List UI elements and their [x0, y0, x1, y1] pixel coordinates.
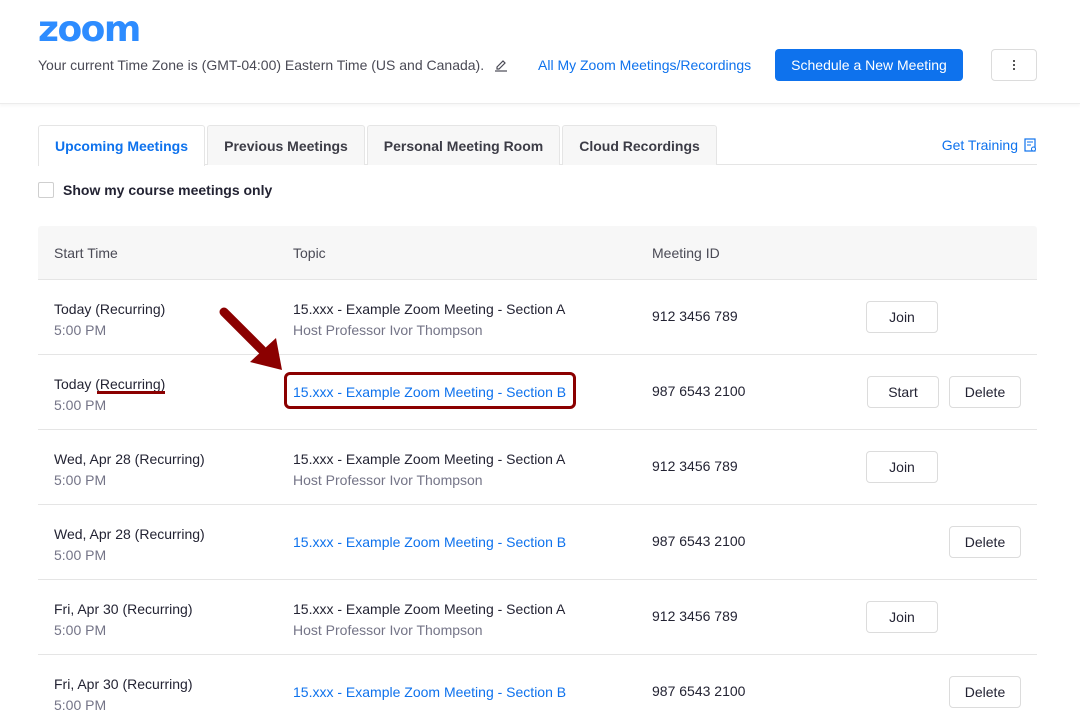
timezone-info: Your current Time Zone is (GMT-04:00) Ea… [38, 56, 508, 76]
certificate-icon [1024, 137, 1036, 152]
column-start-time: Start Time [54, 245, 118, 261]
meeting-topic-link[interactable]: 15.xxx - Example Zoom Meeting - Section … [293, 682, 566, 703]
tab-personal-meeting-room[interactable]: Personal Meeting Room [367, 125, 560, 165]
delete-button[interactable]: Delete [949, 376, 1021, 408]
schedule-meeting-button[interactable]: Schedule a New Meeting [775, 49, 963, 81]
meeting-topic-link[interactable]: 15.xxx - Example Zoom Meeting - Section … [293, 382, 566, 403]
more-vertical-icon [1013, 60, 1015, 70]
start-time: 5:00 PM [54, 547, 107, 563]
tab-cloud-recordings[interactable]: Cloud Recordings [562, 125, 717, 165]
edit-pencil-icon[interactable] [494, 58, 508, 76]
join-button[interactable]: Join [866, 601, 938, 633]
delete-button[interactable]: Delete [949, 676, 1021, 708]
start-time: 5:00 PM [54, 397, 107, 413]
table-row: Wed, Apr 28 (Recurring) 5:00 PM 15.xxx - … [38, 430, 1037, 505]
meeting-topic-link[interactable]: 15.xxx - Example Zoom Meeting - Section … [293, 532, 566, 553]
meeting-host: Host Professor Ivor Thompson [293, 472, 483, 488]
meetings-table: Start Time Topic Meeting ID Today (Recur… [38, 226, 1037, 727]
start-date: Fri, Apr 30 (Recurring) [54, 676, 193, 692]
table-row: Today (Recurring) 5:00 PM 15.xxx - Exampl… [38, 355, 1037, 430]
column-topic: Topic [293, 245, 326, 261]
annotation-underline [97, 391, 165, 394]
start-time: 5:00 PM [54, 622, 107, 638]
join-button[interactable]: Join [866, 301, 938, 333]
meetings-tabs: Upcoming Meetings Previous Meetings Pers… [38, 125, 1037, 166]
meeting-topic[interactable]: 15.xxx - Example Zoom Meeting - Section … [293, 449, 565, 470]
meeting-topic[interactable]: 15.xxx - Example Zoom Meeting - Section … [293, 599, 565, 620]
start-date: Fri, Apr 30 (Recurring) [54, 601, 193, 617]
join-button[interactable]: Join [866, 451, 938, 483]
table-row: Fri, Apr 30 (Recurring) 5:00 PM 15.xxx - … [38, 655, 1037, 727]
start-date: Wed, Apr 28 (Recurring) [54, 451, 205, 467]
column-meeting-id: Meeting ID [652, 245, 720, 261]
page-header: zoom Your current Time Zone is (GMT-04:0… [0, 0, 1080, 104]
tab-previous-meetings[interactable]: Previous Meetings [207, 125, 365, 165]
table-row: Wed, Apr 28 (Recurring) 5:00 PM 15.xxx - … [38, 505, 1037, 580]
start-button[interactable]: Start [867, 376, 939, 408]
course-filter: Show my course meetings only [38, 182, 272, 198]
meeting-topic[interactable]: 15.xxx - Example Zoom Meeting - Section … [293, 299, 565, 320]
delete-button[interactable]: Delete [949, 526, 1021, 558]
start-time: 5:00 PM [54, 472, 107, 488]
table-row: Today (Recurring) 5:00 PM 15.xxx - Exampl… [38, 280, 1037, 355]
zoom-logo[interactable]: zoom [38, 10, 141, 50]
course-meetings-checkbox[interactable] [38, 182, 54, 198]
meeting-id: 912 3456 789 [652, 308, 738, 324]
meeting-host: Host Professor Ivor Thompson [293, 622, 483, 638]
table-row: Fri, Apr 30 (Recurring) 5:00 PM 15.xxx - … [38, 580, 1037, 655]
start-time: 5:00 PM [54, 697, 107, 713]
meeting-id: 912 3456 789 [652, 458, 738, 474]
get-training-label: Get Training [941, 137, 1018, 153]
start-date: Today (Recurring) [54, 301, 166, 317]
meeting-host: Host Professor Ivor Thompson [293, 322, 483, 338]
meeting-id: 987 6543 2100 [652, 683, 746, 699]
course-meetings-label[interactable]: Show my course meetings only [63, 182, 272, 198]
meeting-id: 987 6543 2100 [652, 383, 746, 399]
start-date: Wed, Apr 28 (Recurring) [54, 526, 205, 542]
table-header: Start Time Topic Meeting ID [38, 226, 1037, 280]
get-training-link[interactable]: Get Training [942, 137, 1037, 153]
meeting-id: 912 3456 789 [652, 608, 738, 624]
all-meetings-link[interactable]: All My Zoom Meetings/Recordings [538, 56, 751, 74]
meeting-id: 987 6543 2100 [652, 533, 746, 549]
tab-upcoming-meetings[interactable]: Upcoming Meetings [38, 125, 205, 166]
start-time: 5:00 PM [54, 322, 107, 338]
more-options-button[interactable] [991, 49, 1037, 81]
timezone-text: Your current Time Zone is (GMT-04:00) Ea… [38, 57, 485, 73]
